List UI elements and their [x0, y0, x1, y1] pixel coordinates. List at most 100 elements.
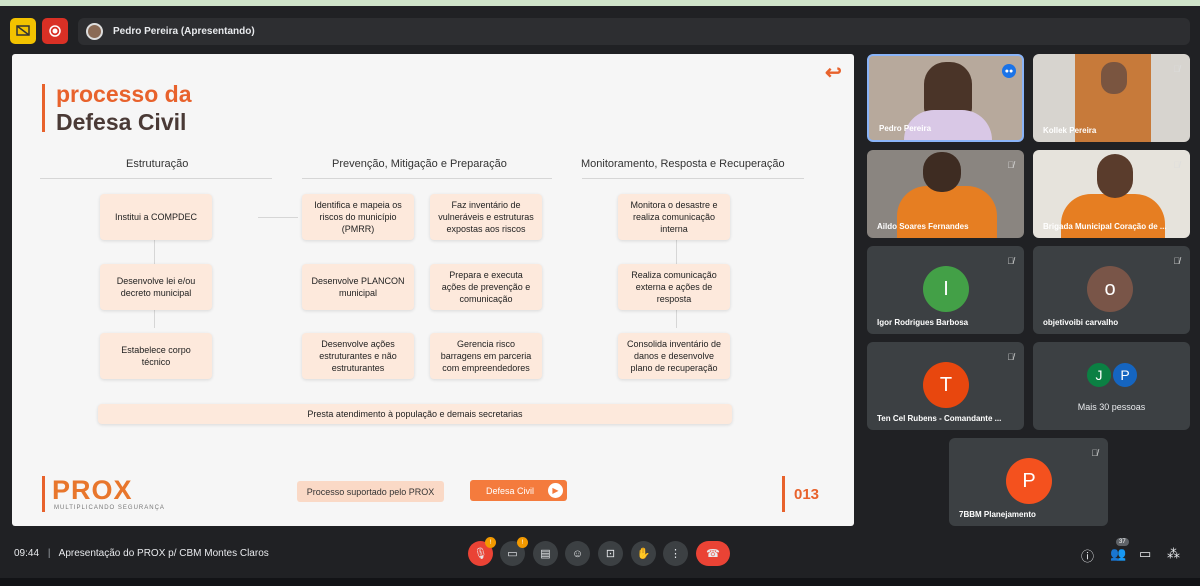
title-accent-bar	[42, 84, 45, 132]
mic-off-icon: 🎙̸	[1007, 352, 1014, 362]
process-box: Gerencia risco barragens em parceria com…	[430, 333, 542, 379]
service-box: Presta atendimento à população e demais …	[98, 404, 732, 424]
participant-name: Kollek Pereira	[1043, 126, 1097, 135]
column-header-monitoring: Monitoramento, Resposta e Recuperação	[581, 158, 785, 170]
video-feed	[923, 152, 961, 192]
process-box: Desenvolve ações estruturantes e não est…	[302, 333, 414, 379]
mic-off-icon: 🎙̸	[1173, 256, 1180, 266]
mic-off-icon: 🎙̸	[1007, 160, 1014, 170]
process-supported-button[interactable]: Processo suportado pelo PROX	[297, 481, 444, 502]
defesa-civil-button[interactable]: Defesa Civil ▶	[470, 480, 567, 501]
more-people-tile[interactable]: J P Mais 30 pessoas	[1033, 342, 1190, 430]
process-box: Realiza comunicação externa e ações de r…	[618, 264, 730, 310]
separator: |	[47, 548, 51, 559]
participant-avatar: I	[923, 266, 969, 312]
presenter-avatar	[86, 23, 103, 40]
camera-warning-badge: !	[517, 537, 528, 548]
chat-icon[interactable]: ▭	[1139, 546, 1151, 562]
present-screen-icon: ⊡	[605, 548, 616, 560]
process-box: Prepara e executa ações de prevenção e c…	[430, 264, 542, 310]
emoji-button[interactable]: ☺	[565, 541, 590, 566]
activities-icon[interactable]: ⁂	[1167, 546, 1180, 562]
column-header-prevention: Prevenção, Mitigação e Preparação	[332, 158, 507, 170]
mic-off-icon: 🎙̸	[1173, 160, 1180, 170]
mic-warning-badge: !	[485, 537, 496, 548]
process-box: Consolida inventário de danos e desenvol…	[618, 333, 730, 379]
participant-avatar: o	[1087, 266, 1133, 312]
video-feed	[1101, 62, 1127, 94]
mic-off-icon: 🎙̸	[1091, 448, 1098, 458]
process-box: Institui a COMPDEC	[100, 194, 212, 240]
presentation-icon[interactable]	[10, 18, 36, 44]
participant-name: Brigada Municipal Coração de ...	[1043, 222, 1167, 231]
taskbar-strip	[0, 578, 1200, 586]
mic-off-icon: 🎙	[473, 548, 488, 560]
participant-tile[interactable]: o 🎙̸ objetivoibi carvalho	[1033, 246, 1190, 334]
more-people-label: Mais 30 pessoas	[1077, 402, 1146, 412]
leave-call-button[interactable]: ☎	[696, 541, 730, 566]
process-box: Estabelece corpo técnico	[100, 333, 212, 379]
browser-top-strip	[0, 0, 1200, 6]
page-number: 013	[794, 486, 820, 503]
more-options-button[interactable]: ⋮	[663, 541, 688, 566]
participant-name: objetivoibi carvalho	[1043, 318, 1119, 327]
column-header-structuring: Estruturação	[126, 158, 189, 170]
present-button[interactable]: ⊡	[598, 541, 623, 566]
info-icon[interactable]: ⓘ	[1081, 546, 1094, 565]
more-icon: ⋮	[670, 548, 681, 560]
top-bar: Pedro Pereira (Apresentando)	[0, 14, 1200, 48]
back-arrow-icon[interactable]: ↩	[825, 60, 842, 85]
raise-hand-icon: ✋	[636, 548, 651, 560]
page-accent-bar	[782, 476, 785, 512]
record-icon[interactable]	[42, 18, 68, 44]
participant-tile[interactable]: P 🎙̸ 7BBM Planejamento	[949, 438, 1108, 526]
play-icon: ▶	[548, 483, 563, 498]
people-button[interactable]: 👥 37	[1110, 538, 1129, 562]
participant-tile[interactable]: 🎙̸ Aildo Soares Fernandes	[867, 150, 1024, 238]
participant-tile[interactable]: I 🎙̸ Igor Rodrigues Barbosa	[867, 246, 1024, 334]
divider	[302, 178, 552, 179]
participant-tile[interactable]: T 🎙̸ Ten Cel Rubens - Comandante ...	[867, 342, 1024, 430]
process-box: Identifica e mapeia os riscos do municíp…	[302, 194, 414, 240]
connector-line	[258, 217, 298, 218]
presentation-slide: ↩ processo da Defesa Civil Estruturação …	[12, 54, 854, 526]
participant-name: Pedro Pereira	[879, 124, 932, 133]
bottom-control-bar: 09:44 | Apresentação do PROX p/ CBM Mont…	[0, 534, 1200, 574]
meeting-info: 09:44 | Apresentação do PROX p/ CBM Mont…	[14, 548, 269, 559]
emoji-icon: ☺	[571, 547, 584, 560]
captions-icon: ▤	[540, 548, 551, 560]
participant-name: Ten Cel Rubens - Comandante ...	[877, 414, 1002, 423]
mic-off-icon: 🎙̸	[1173, 64, 1180, 74]
camera-toggle-button[interactable]: ▭ !	[500, 537, 528, 566]
defesa-civil-label: Defesa Civil	[486, 485, 535, 496]
video-feed	[1061, 194, 1165, 238]
participant-name: Aildo Soares Fernandes	[877, 222, 969, 231]
participant-tile[interactable]: ●● Pedro Pereira	[867, 54, 1024, 142]
prox-logo: PROX	[52, 475, 133, 505]
participant-tile[interactable]: 🎙̸ Brigada Municipal Coração de ...	[1033, 150, 1190, 238]
mic-off-icon: 🎙̸	[1007, 256, 1014, 266]
meeting-time: 09:44	[14, 548, 40, 559]
process-box: Desenvolve lei e/ou decreto municipal	[100, 264, 212, 310]
video-feed	[1097, 154, 1133, 198]
meeting-title: Apresentação do PROX p/ CBM Montes Claro…	[58, 548, 269, 559]
divider	[582, 178, 804, 179]
more-people-avatar: P	[1111, 361, 1139, 389]
speaking-indicator-icon: ●●	[1002, 64, 1016, 78]
participant-avatar: P	[1006, 458, 1052, 504]
logo-accent-bar	[42, 476, 45, 512]
raise-hand-button[interactable]: ✋	[631, 541, 656, 566]
presenter-banner: Pedro Pereira (Apresentando)	[78, 18, 1190, 45]
participant-tile[interactable]: 🎙̸ Kollek Pereira	[1033, 54, 1190, 142]
slide-title-line2: Defesa Civil	[56, 109, 187, 135]
divider	[40, 178, 272, 179]
participant-avatar: T	[923, 362, 969, 408]
mic-toggle-button[interactable]: 🎙 !	[468, 537, 496, 566]
captions-button[interactable]: ▤	[533, 541, 558, 566]
process-box: Monitora o desastre e realiza comunicaçã…	[618, 194, 730, 240]
more-people-avatar: J	[1085, 361, 1113, 389]
people-icon: 👥	[1110, 546, 1127, 561]
presenter-label: Pedro Pereira (Apresentando)	[113, 26, 255, 37]
process-box: Faz inventário de vulneráveis e estrutur…	[430, 194, 542, 240]
slide-title-line1: processo da	[56, 81, 192, 107]
